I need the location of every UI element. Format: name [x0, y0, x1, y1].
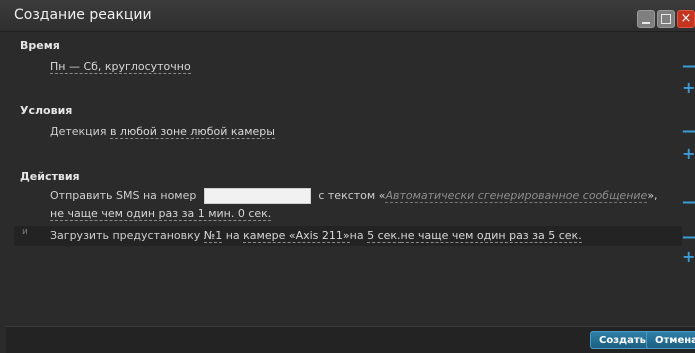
- section-conditions-header: Условия: [20, 104, 73, 117]
- time-remove-icon[interactable]: —: [682, 58, 695, 74]
- sms-message-link[interactable]: Автоматически сгенерированное сообщение: [385, 189, 648, 203]
- preset-text-part1: Загрузить предустановку: [50, 229, 204, 242]
- condition-zone-link[interactable]: в любой зоне любой камеры: [109, 125, 275, 139]
- time-schedule-link[interactable]: Пн — Сб, круглосуточно: [50, 60, 191, 74]
- sms-mid-text: с текстом «: [318, 189, 386, 202]
- condition-prefix: Детекция: [50, 125, 110, 138]
- preset-number-link[interactable]: №1: [203, 229, 223, 243]
- phone-number-input[interactable]: [203, 188, 311, 204]
- condition-row: Детекция в любой зоне любой камеры: [50, 125, 450, 139]
- preset-text: Загрузить предустановку №1 на камере «Ax…: [50, 226, 582, 246]
- condition-remove-icon[interactable]: —: [682, 123, 695, 139]
- preset-text-part3: на: [349, 229, 368, 242]
- minimize-button[interactable]: [637, 10, 655, 28]
- preset-frequency-link[interactable]: не чаще чем один раз за 5 сек.: [400, 229, 582, 243]
- time-row: Пн — Сб, круглосуточно: [50, 60, 450, 74]
- maximize-button[interactable]: [657, 10, 675, 28]
- section-actions-header: Действия: [20, 170, 80, 183]
- condition-add-icon[interactable]: +: [682, 146, 695, 162]
- sms-comma: ,: [654, 189, 658, 202]
- window-title: Создание реакции: [14, 7, 152, 23]
- preset-text-part2: на: [222, 229, 244, 242]
- dialog-footer: Создать Отмена: [6, 326, 695, 353]
- title-bar: Создание реакции ×: [0, 0, 695, 32]
- preset-row-mark: и: [22, 227, 28, 237]
- preset-camera-link[interactable]: камере «Axis 211»: [243, 229, 350, 243]
- sms-frequency-link[interactable]: не чаще чем один раз за 1 мин. 0 сек.: [50, 207, 272, 221]
- close-button[interactable]: ×: [677, 10, 695, 28]
- sms-remove-icon[interactable]: —: [682, 194, 695, 210]
- dialog-window: Создание реакции × Время Пн — Сб, кругло…: [0, 0, 695, 353]
- action-sms-row: Отправить SMS на номер с текстом «Автома…: [50, 187, 665, 223]
- preset-remove-icon[interactable]: —: [682, 229, 695, 245]
- cancel-button[interactable]: Отмена: [646, 331, 695, 349]
- sms-prefix: Отправить SMS на номер: [50, 189, 197, 202]
- time-add-icon[interactable]: +: [682, 80, 695, 96]
- preset-time-link[interactable]: 5 сек.: [367, 229, 401, 243]
- action-preset-row: и Загрузить предустановку №1 на камере «…: [14, 226, 682, 246]
- action-add-icon[interactable]: +: [682, 249, 695, 265]
- section-time-header: Время: [20, 39, 60, 52]
